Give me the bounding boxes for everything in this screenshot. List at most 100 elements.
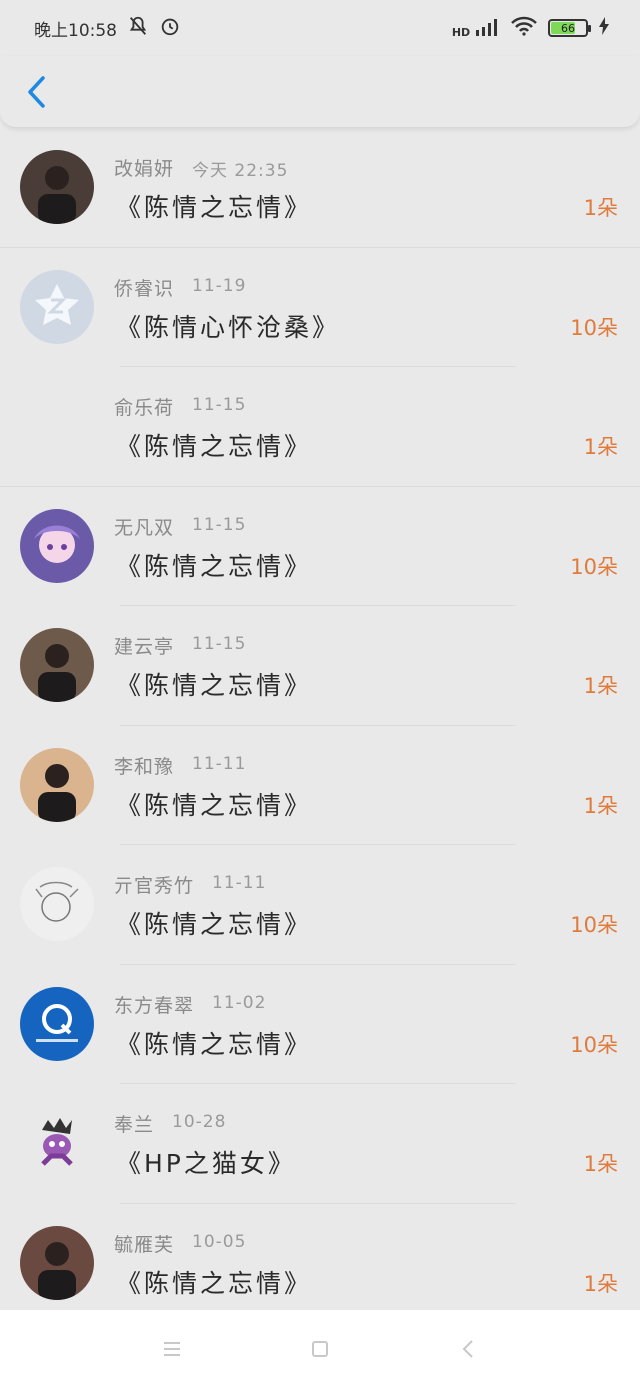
square-icon xyxy=(312,1340,328,1357)
list-item[interactable]: 奉兰 10-28 《HP之猫女》 1朵 xyxy=(0,1084,640,1204)
item-meta: 东方春翠 11-02 xyxy=(114,991,266,1018)
gift-record-list: 改娟妍 今天 22:35 《陈情之忘情》 1朵 侨睿识 11-19 《陈情心怀沧桑》 10朵俞… xyxy=(0,128,640,1310)
flower-count: 1朵 xyxy=(583,435,618,459)
wifi-icon xyxy=(510,16,538,41)
item-meta: 奉兰 10-28 xyxy=(114,1110,226,1137)
back-nav-button[interactable] xyxy=(454,1335,482,1363)
menu-icon xyxy=(164,1341,180,1356)
item-meta: 无凡双 11-15 xyxy=(114,513,246,540)
item-date: 11-02 xyxy=(212,992,267,1013)
cartoon-avatar-icon xyxy=(20,1106,94,1180)
flower-count: 1朵 xyxy=(583,793,618,818)
charging-icon xyxy=(598,16,610,40)
book-title[interactable]: 《陈情之忘情》 xyxy=(116,905,312,941)
item-date: 10-05 xyxy=(192,1231,247,1252)
list-item[interactable]: 改娟妍 今天 22:35 《陈情之忘情》 1朵 xyxy=(0,128,640,248)
avatar[interactable] xyxy=(20,150,94,224)
list-item[interactable]: 毓雁芙 10-05 《陈情之忘情》 1朵 xyxy=(0,1204,640,1311)
sender-name: 奉兰 xyxy=(114,1114,155,1136)
chevron-left-icon xyxy=(28,76,45,108)
header xyxy=(0,56,640,128)
flower-count: 10朵 xyxy=(570,1032,618,1057)
flower-count: 1朵 xyxy=(583,196,618,220)
photo-avatar-icon xyxy=(20,747,94,822)
book-title[interactable]: 《陈情之忘情》 xyxy=(116,786,312,822)
signal-icon: HD xyxy=(452,18,500,39)
photo-avatar-icon xyxy=(20,1225,94,1300)
q-logo-avatar-icon xyxy=(20,986,94,1061)
list-item[interactable]: 亓官秀竹 11-11 《陈情之忘情》 10朵 xyxy=(0,845,640,965)
avatar[interactable] xyxy=(20,986,94,1061)
list-item[interactable]: 俞乐荷 11-15 《陈情之忘情》 1朵 xyxy=(0,367,640,487)
sender-name: 无凡双 xyxy=(114,516,175,539)
status-left: 晚上10:58 xyxy=(34,15,181,42)
menu-nav-button[interactable] xyxy=(158,1335,186,1363)
avatar[interactable] xyxy=(20,747,94,822)
flower-count: 10朵 xyxy=(570,315,618,340)
back-button[interactable] xyxy=(22,74,50,110)
avatar[interactable] xyxy=(20,1106,94,1180)
item-date: 10-28 xyxy=(172,1112,227,1132)
signal-label: HD xyxy=(451,25,471,39)
alarm-clock-icon xyxy=(159,15,181,42)
list-item[interactable]: 无凡双 11-15 《陈情之忘情》 10朵 xyxy=(0,487,640,607)
avatar-empty[interactable] xyxy=(20,389,94,463)
item-date: 11-19 xyxy=(192,275,247,296)
flower-count: 10朵 xyxy=(570,913,618,937)
book-title[interactable]: 《陈情之忘情》 xyxy=(116,1025,312,1061)
avatar[interactable] xyxy=(20,508,94,583)
status-right: HD 66 xyxy=(452,16,610,41)
book-title[interactable]: 《陈情之忘情》 xyxy=(116,188,312,224)
flower-count: 1朵 xyxy=(583,1271,618,1296)
book-title[interactable]: 《陈情之忘情》 xyxy=(116,547,312,583)
sender-name: 李和豫 xyxy=(114,755,175,778)
item-date: 11-15 xyxy=(192,514,247,535)
status-time: 晚上10:58 xyxy=(34,20,117,41)
list-item[interactable]: 李和豫 11-11 《陈情之忘情》 1朵 xyxy=(0,726,640,846)
item-meta: 建云亭 11-15 xyxy=(114,632,246,659)
battery-level: 66 xyxy=(561,21,575,35)
home-nav-button[interactable] xyxy=(306,1335,334,1363)
flower-count: 10朵 xyxy=(570,554,618,579)
sender-name: 东方春翠 xyxy=(114,994,195,1017)
avatar[interactable] xyxy=(20,1225,94,1300)
anime-avatar-icon xyxy=(20,508,94,583)
item-date: 11-15 xyxy=(192,634,247,654)
item-meta: 侨睿识 11-19 xyxy=(114,274,246,301)
item-meta: 俞乐荷 11-15 xyxy=(114,393,246,420)
item-date: 11-15 xyxy=(192,395,247,415)
photo-avatar-icon xyxy=(20,628,94,702)
status-bar: 晚上10:58 HD 66 xyxy=(0,0,640,56)
battery-icon: 66 xyxy=(548,19,591,37)
list-item[interactable]: 建云亭 11-15 《陈情之忘情》 1朵 xyxy=(0,606,640,726)
book-title[interactable]: 《陈情之忘情》 xyxy=(116,1264,312,1300)
sender-name: 毓雁芙 xyxy=(114,1233,175,1256)
item-date: 11-11 xyxy=(212,873,267,893)
sketch-avatar-icon xyxy=(20,867,94,941)
avatar[interactable] xyxy=(20,867,94,941)
book-title[interactable]: 《陈情之忘情》 xyxy=(116,427,312,463)
avatar[interactable] xyxy=(20,269,94,344)
sender-name: 俞乐荷 xyxy=(114,397,175,419)
item-meta: 毓雁芙 10-05 xyxy=(114,1230,246,1257)
list-item[interactable]: 侨睿识 11-19 《陈情心怀沧桑》 10朵 xyxy=(0,248,640,368)
item-date: 今天 22:35 xyxy=(192,161,289,181)
sender-name: 改娟妍 xyxy=(114,158,175,180)
item-meta: 李和豫 11-11 xyxy=(114,752,246,779)
book-title[interactable]: 《陈情之忘情》 xyxy=(116,666,312,702)
default-qzone-avatar-icon xyxy=(20,269,94,344)
book-title[interactable]: 《陈情心怀沧桑》 xyxy=(116,308,340,344)
item-date: 11-11 xyxy=(192,753,247,774)
list-item[interactable]: 东方春翠 11-02 《陈情之忘情》 10朵 xyxy=(0,965,640,1085)
book-title[interactable]: 《HP之猫女》 xyxy=(116,1144,296,1180)
flower-count: 1朵 xyxy=(583,1152,618,1176)
sender-name: 建云亭 xyxy=(114,636,175,658)
sender-name: 亓官秀竹 xyxy=(114,875,195,897)
back-arrow-icon xyxy=(462,1339,473,1358)
item-meta: 改娟妍 今天 22:35 xyxy=(114,154,288,181)
mute-bell-icon xyxy=(127,15,149,42)
sender-name: 侨睿识 xyxy=(114,277,175,300)
flower-count: 1朵 xyxy=(583,674,618,698)
avatar[interactable] xyxy=(20,628,94,702)
photo-avatar-icon xyxy=(20,150,94,224)
